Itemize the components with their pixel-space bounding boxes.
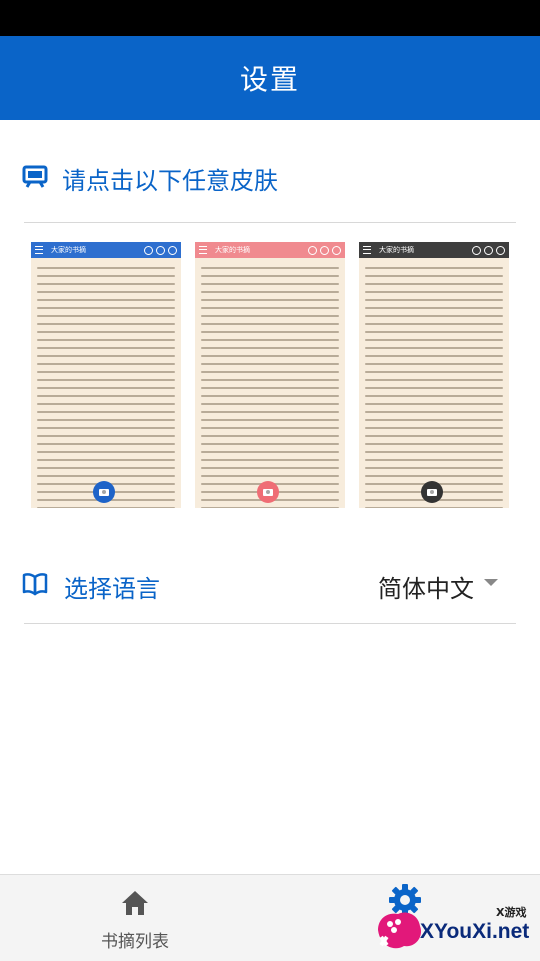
settings-icon [496, 245, 505, 255]
search-icon [472, 245, 481, 255]
skin-title: 大家的书摘 [51, 246, 86, 254]
nav-item-excerpts[interactable]: 书摘列表 [65, 875, 205, 961]
shirt-icon [320, 245, 329, 255]
divider [24, 222, 516, 223]
language-row[interactable]: 选择语言 简体中文 [22, 562, 502, 610]
divider [24, 623, 516, 624]
camera-fab [93, 481, 115, 503]
skin-option-blue[interactable]: 大家的书摘 [31, 242, 181, 508]
book-icon [22, 572, 48, 600]
menu-icon [35, 246, 43, 254]
menu-icon [199, 246, 207, 254]
skin-section-header: 请点击以下任意皮肤 [22, 155, 492, 201]
watermark-brand: XYouXi.net [420, 920, 530, 943]
skin-preview-text [195, 258, 345, 508]
language-label: 选择语言 [64, 574, 160, 603]
settings-icon [168, 245, 177, 255]
skin-toolbar: 大家的书摘 [31, 242, 181, 258]
skin-preview-text [31, 258, 181, 508]
camera-icon [263, 488, 273, 496]
search-icon [144, 245, 153, 255]
search-icon [308, 245, 317, 255]
skin-option-dark[interactable]: 大家的书摘 [359, 242, 509, 508]
camera-fab [257, 481, 279, 503]
skin-toolbar: 大家的书摘 [359, 242, 509, 258]
skin-title: 大家的书摘 [379, 246, 414, 254]
shirt-icon [156, 245, 165, 255]
shirt-icon [484, 245, 493, 255]
settings-icon [332, 245, 341, 255]
camera-icon [427, 488, 437, 496]
page-title: 设置 [239, 63, 300, 96]
skin-toolbar: 大家的书摘 [195, 242, 345, 258]
skin-section-label: 请点击以下任意皮肤 [62, 166, 278, 195]
language-select[interactable]: 简体中文 [378, 569, 498, 604]
skin-preview-text [359, 258, 509, 508]
status-bar [0, 0, 540, 36]
watermark-logo: X游戏 XYouXi.net [372, 898, 538, 958]
skin-option-pink[interactable]: 大家的书摘 [195, 242, 345, 508]
watermark-sub: X游戏 [496, 906, 527, 919]
dropdown-arrow-icon [484, 578, 498, 586]
language-selected-value: 简体中文 [378, 574, 474, 603]
menu-icon [363, 246, 371, 254]
nav-item-label: 书摘列表 [101, 932, 169, 952]
skin-title: 大家的书摘 [215, 246, 250, 254]
camera-icon [99, 488, 109, 496]
home-icon [120, 889, 150, 921]
camera-fab [421, 481, 443, 503]
app-bar: 设置 [0, 36, 540, 120]
monitor-icon [22, 163, 48, 193]
